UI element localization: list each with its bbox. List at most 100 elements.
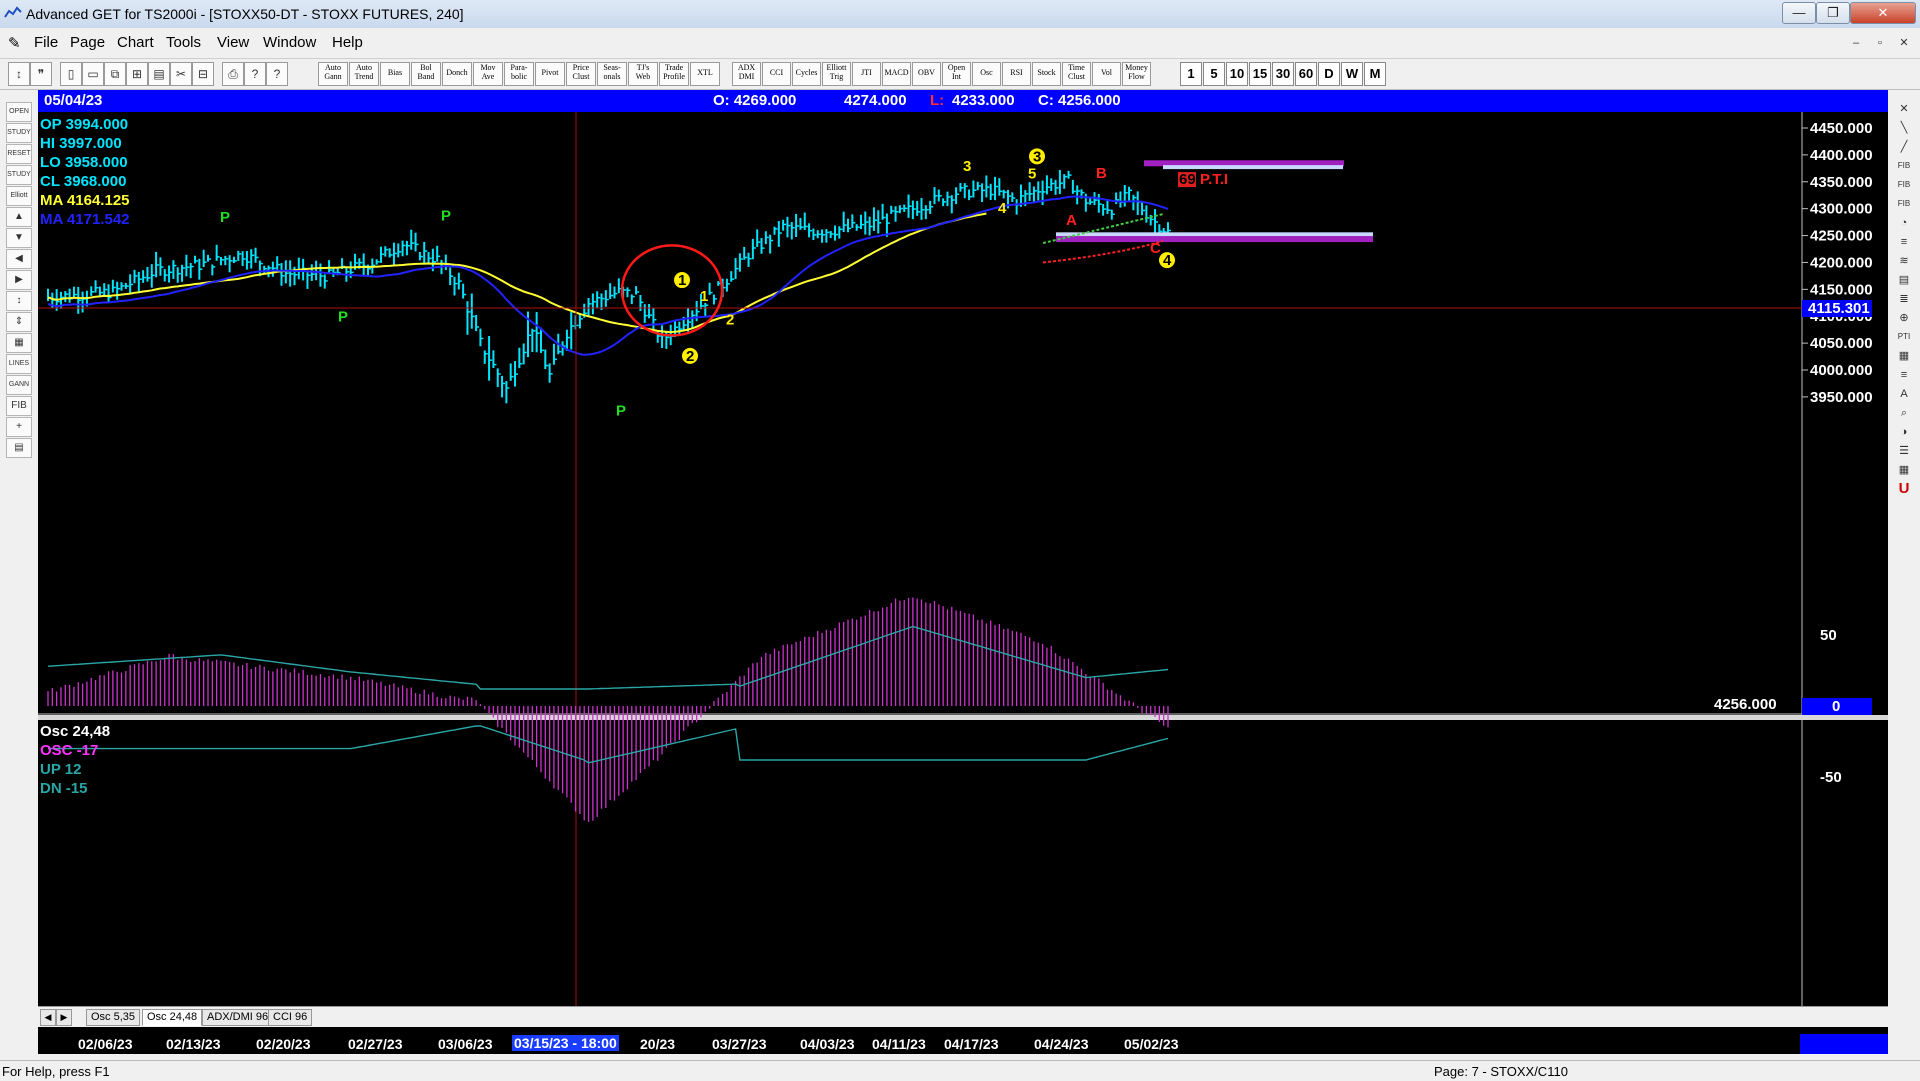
- study-button-auto[interactable]: Auto Trend: [349, 62, 379, 86]
- right-tool-19-icon[interactable]: ▦: [1893, 461, 1915, 479]
- left-tool-8-icon[interactable]: ▶: [6, 270, 32, 290]
- quote-icon[interactable]: ❞: [30, 62, 52, 86]
- osc-button-stock[interactable]: Stock: [1032, 62, 1061, 86]
- pencil-icon[interactable]: ↕: [8, 62, 30, 86]
- right-tool-20-icon[interactable]: U: [1893, 480, 1915, 498]
- right-tool-9-icon[interactable]: ▤: [1893, 271, 1915, 289]
- osc-button-open[interactable]: Open Int: [942, 62, 971, 86]
- left-tool-13-icon[interactable]: GANN: [6, 375, 32, 395]
- print-icon[interactable]: ⎙: [222, 62, 244, 86]
- timeframe-button-w[interactable]: W: [1341, 62, 1363, 86]
- study-button-auto[interactable]: Auto Gann: [318, 62, 348, 86]
- mdi-close-button[interactable]: ✕: [1894, 34, 1914, 52]
- open-icon[interactable]: ▭: [82, 62, 104, 86]
- mdi-restore-button[interactable]: ▫: [1870, 34, 1890, 52]
- copy-icon[interactable]: ⧉: [104, 62, 126, 86]
- left-tool-10-icon[interactable]: ⇕: [6, 312, 32, 332]
- right-tool-17-icon[interactable]: ◑: [1893, 423, 1915, 441]
- menu-chart[interactable]: Chart: [117, 34, 154, 51]
- right-tool-1-icon[interactable]: ╲: [1893, 119, 1915, 137]
- close-button[interactable]: ✕: [1850, 2, 1916, 24]
- osc-button-adx[interactable]: ADX DMI: [732, 62, 761, 86]
- right-tool-3-icon[interactable]: FIB: [1893, 157, 1915, 175]
- left-tool-16-icon[interactable]: ▤: [6, 438, 32, 458]
- study-button-trade[interactable]: Trade Profile: [659, 62, 689, 86]
- timeframe-button-d[interactable]: D: [1318, 62, 1340, 86]
- right-tool-12-icon[interactable]: PTI: [1893, 328, 1915, 346]
- menu-help[interactable]: Help: [332, 34, 363, 51]
- tab-osc-5-35[interactable]: Osc 5,35: [86, 1009, 141, 1026]
- osc-button-cci[interactable]: CCI: [762, 62, 791, 86]
- menu-file[interactable]: File: [34, 34, 58, 51]
- left-tool-2-icon[interactable]: RESET: [6, 144, 32, 164]
- arrange-icon[interactable]: ⊟: [192, 62, 214, 86]
- timeframe-button-15[interactable]: 15: [1249, 62, 1271, 86]
- right-tool-4-icon[interactable]: FIB: [1893, 176, 1915, 194]
- study-button-xtl[interactable]: XTL: [690, 62, 720, 86]
- right-tool-6-icon[interactable]: ◔: [1893, 214, 1915, 232]
- left-tool-12-icon[interactable]: LINES: [6, 354, 32, 374]
- osc-button-vol[interactable]: Vol: [1092, 62, 1121, 86]
- osc-button-rsi[interactable]: RSI: [1002, 62, 1031, 86]
- right-tool-11-icon[interactable]: ⊕: [1893, 309, 1915, 327]
- right-tool-18-icon[interactable]: ☰: [1893, 442, 1915, 460]
- help-icon[interactable]: ?: [266, 62, 288, 86]
- tab-osc-24-48[interactable]: Osc 24,48: [142, 1009, 203, 1026]
- osc-button-obv[interactable]: OBV: [912, 62, 941, 86]
- menu-window[interactable]: Window: [263, 34, 316, 51]
- right-tool-10-icon[interactable]: ≣: [1893, 290, 1915, 308]
- timeframe-button-1[interactable]: 1: [1180, 62, 1202, 86]
- info-icon[interactable]: ?: [244, 62, 266, 86]
- left-tool-9-icon[interactable]: ↕: [6, 291, 32, 311]
- mdi-minimize-button[interactable]: –: [1846, 34, 1866, 52]
- right-tool-14-icon[interactable]: ≡: [1893, 366, 1915, 384]
- right-tool-2-icon[interactable]: ╱: [1893, 138, 1915, 156]
- study-button-para[interactable]: Para-bolic: [504, 62, 534, 86]
- study-button-bias[interactable]: Bias: [380, 62, 410, 86]
- menu-view[interactable]: View: [217, 34, 249, 51]
- left-tool-3-icon[interactable]: STUDY: [6, 165, 32, 185]
- new-page-icon[interactable]: ▯: [60, 62, 82, 86]
- right-tool-0-icon[interactable]: ✕: [1893, 100, 1915, 118]
- osc-button-cycles[interactable]: Cycles: [792, 62, 821, 86]
- timeframe-button-m[interactable]: M: [1364, 62, 1386, 86]
- left-tool-1-icon[interactable]: STUDY: [6, 123, 32, 143]
- right-tool-7-icon[interactable]: ≡: [1893, 233, 1915, 251]
- right-tool-5-icon[interactable]: FIB: [1893, 195, 1915, 213]
- study-button-seas[interactable]: Seas-onals: [597, 62, 627, 86]
- timeframe-button-10[interactable]: 10: [1226, 62, 1248, 86]
- right-tool-13-icon[interactable]: ▦: [1893, 347, 1915, 365]
- study-button-tjs[interactable]: TJ's Web: [628, 62, 658, 86]
- osc-button-jti[interactable]: JTI: [852, 62, 881, 86]
- minimize-button[interactable]: —: [1782, 2, 1816, 24]
- left-tool-5-icon[interactable]: ▲: [6, 207, 32, 227]
- left-tool-14-icon[interactable]: FIB: [6, 396, 32, 416]
- timeframe-button-5[interactable]: 5: [1203, 62, 1225, 86]
- right-tool-8-icon[interactable]: ≋: [1893, 252, 1915, 270]
- left-tool-0-icon[interactable]: OPEN: [6, 102, 32, 122]
- date-axis-scroll-area[interactable]: [1800, 1034, 1888, 1054]
- left-tool-6-icon[interactable]: ▼: [6, 228, 32, 248]
- tab-scroll-left-icon[interactable]: ◀: [40, 1009, 56, 1026]
- left-tool-7-icon[interactable]: ◀: [6, 249, 32, 269]
- right-tool-15-icon[interactable]: A: [1893, 385, 1915, 403]
- paste-icon[interactable]: ⊞: [126, 62, 148, 86]
- timeframe-button-30[interactable]: 30: [1272, 62, 1294, 86]
- study-button-bol[interactable]: Bol Band: [411, 62, 441, 86]
- chart-canvas[interactable]: 4450.000 4400.000 4350.000 4300.000 4250.000…: [38, 112, 1888, 1034]
- study-button-mov[interactable]: Mov Ave: [473, 62, 503, 86]
- right-tool-16-icon[interactable]: ⌕: [1893, 404, 1915, 422]
- tab-adx-dmi[interactable]: ADX/DMI 96: [202, 1009, 274, 1026]
- study-button-donch[interactable]: Donch: [442, 62, 472, 86]
- menu-tools[interactable]: Tools: [166, 34, 201, 51]
- pencil-icon[interactable]: ✎: [8, 34, 21, 52]
- left-tool-11-icon[interactable]: ▦: [6, 333, 32, 353]
- osc-button-money[interactable]: Money Flow: [1122, 62, 1151, 86]
- layout-icon[interactable]: ▤: [148, 62, 170, 86]
- left-tool-15-icon[interactable]: +: [6, 417, 32, 437]
- price-panel[interactable]: [38, 112, 1888, 714]
- osc-button-time[interactable]: Time Clust: [1062, 62, 1091, 86]
- osc-button-osc[interactable]: Osc: [972, 62, 1001, 86]
- maximize-button[interactable]: ❐: [1816, 2, 1850, 24]
- left-tool-4-icon[interactable]: Elliott: [6, 186, 32, 206]
